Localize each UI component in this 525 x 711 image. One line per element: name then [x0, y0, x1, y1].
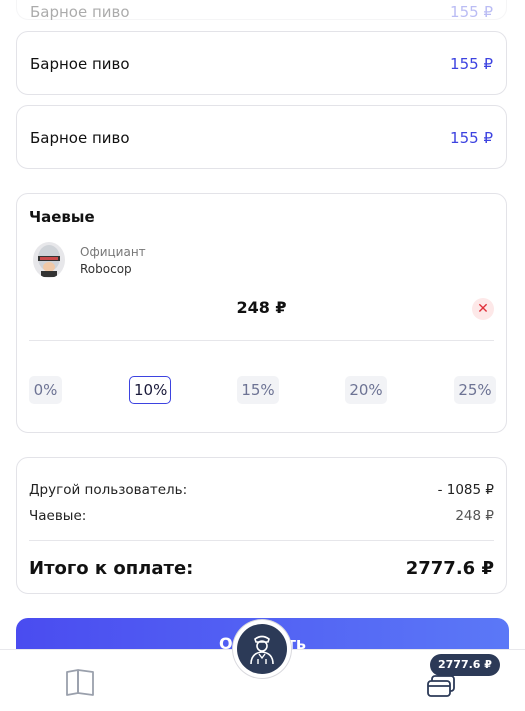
- waiter-name: Robocop: [80, 261, 132, 276]
- tips-card: Чаевые Официант Robocop 248 ₽ ✕ 0% 10% 1…: [16, 193, 507, 433]
- total-row: Итого к оплате: 2777.6 ₽: [29, 558, 494, 579]
- divider: [29, 340, 494, 341]
- waiter-icon: [250, 635, 274, 665]
- payment-card-icon[interactable]: [426, 674, 456, 698]
- item-price: 155 ₽: [450, 129, 493, 147]
- item-price: 155 ₽: [450, 3, 493, 21]
- waiter-role: Официант: [80, 244, 146, 259]
- order-item-card-partial: Барное пиво 155 ₽: [16, 0, 507, 21]
- item-name: Барное пиво: [30, 55, 130, 73]
- item-name: Барное пиво: [30, 129, 130, 147]
- other-user-label: Другой пользователь:: [29, 482, 188, 498]
- tip-option-15[interactable]: 15%: [237, 376, 279, 404]
- divider: [29, 540, 494, 541]
- item-name: Барное пиво: [30, 3, 130, 21]
- total-label: Итого к оплате:: [29, 558, 194, 579]
- other-user-value: - 1085 ₽: [437, 482, 494, 498]
- waiter-avatar: [33, 242, 65, 278]
- tip-amount: 248 ₽: [236, 298, 287, 317]
- other-user-row: Другой пользователь: - 1085 ₽: [29, 482, 494, 498]
- robot-avatar-icon: [38, 245, 60, 277]
- order-item-card: Барное пиво 155 ₽: [16, 105, 507, 169]
- summary-card: Другой пользователь: - 1085 ₽ Чаевые: 24…: [16, 457, 507, 594]
- tips-summary-row: Чаевые: 248 ₽: [29, 508, 494, 524]
- tip-option-10[interactable]: 10%: [129, 376, 171, 404]
- tips-summary-label: Чаевые:: [29, 508, 87, 524]
- tip-option-20[interactable]: 20%: [345, 376, 387, 404]
- tip-option-25[interactable]: 25%: [454, 376, 496, 404]
- cart-total-badge: 2777.6 ₽: [430, 654, 500, 676]
- clear-tip-icon[interactable]: ✕: [472, 298, 494, 320]
- order-item-card: Барное пиво 155 ₽: [16, 31, 507, 95]
- item-price: 155 ₽: [450, 55, 493, 73]
- tips-title: Чаевые: [29, 208, 95, 226]
- waiter-call-button[interactable]: [233, 620, 291, 678]
- menu-book-icon[interactable]: [64, 668, 96, 696]
- tip-option-0[interactable]: 0%: [29, 376, 62, 404]
- total-value: 2777.6 ₽: [405, 558, 494, 579]
- tips-summary-value: 248 ₽: [455, 508, 494, 524]
- waiter-info: Официант Robocop: [33, 242, 146, 278]
